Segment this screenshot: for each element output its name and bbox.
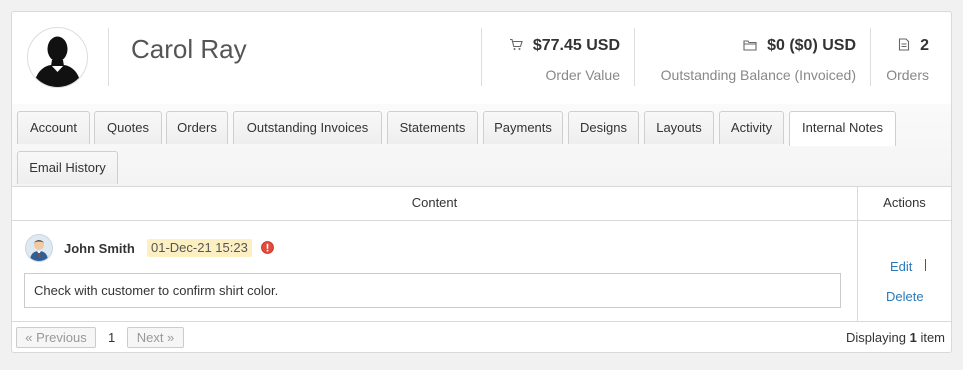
cart-icon [509,38,523,56]
tab-quotes[interactable]: Quotes [94,111,162,144]
order-value: $77.45 USD [532,37,620,54]
person-silhouette-icon [34,36,81,87]
display-suffix: item [920,330,945,345]
tab-email-history[interactable]: Email History [17,151,118,184]
previous-page-button[interactable]: « Previous [16,327,96,348]
column-header-content: Content [411,195,458,210]
display-prefix: Displaying [845,330,906,345]
outstanding-balance-stat: $0 ($0) USD Outstanding Balance (Invoice… [661,37,856,83]
header-divider [634,28,635,86]
display-count: Displaying 1 item [846,330,945,345]
action-separator [925,259,926,271]
tab-designs[interactable]: Designs [568,111,639,144]
orders-label: Orders [886,67,929,83]
header-divider [481,28,482,86]
current-page-number: 1 [108,330,116,345]
pagination-bar: « Previous 1 Next » Displaying 1 item [12,321,951,352]
display-count-number: 1 [909,330,917,345]
orders-stat: 2 Orders [886,37,929,83]
customer-name: Carol Ray [131,34,247,64]
user-avatar [25,234,53,262]
header-divider [108,28,109,86]
customer-header: Carol Ray $77.45 USD Order Value $0 ($0)… [12,12,951,105]
folder-icon [743,38,757,56]
tab-layouts[interactable]: Layouts [644,111,714,144]
edit-link[interactable]: Edit [890,259,912,274]
order-value-label: Order Value [545,67,620,83]
note-author: John Smith [64,241,135,256]
order-value-stat: $77.45 USD Order Value [509,37,620,83]
orders-count: 2 [920,37,929,54]
tab-statements[interactable]: Statements [387,111,478,144]
tab-internal-notes[interactable]: Internal Notes [789,111,896,146]
tab-account[interactable]: Account [17,111,90,144]
tab-orders[interactable]: Orders [166,111,228,144]
notes-table-header: Content Actions [12,186,951,221]
delete-link[interactable]: Delete [886,289,924,304]
customer-avatar [27,27,88,88]
customer-card: Carol Ray $77.45 USD Order Value $0 ($0)… [11,11,952,353]
tab-payments[interactable]: Payments [483,111,563,144]
tab-bar: Account Quotes Orders Outstanding Invoic… [12,104,951,187]
note-content: Check with customer to confirm shirt col… [24,273,841,308]
note-date-badge: 01-Dec-21 15:23 [147,239,252,257]
document-icon [898,38,910,56]
alert-icon[interactable] [261,241,274,254]
user-icon [30,240,48,261]
column-header-actions: Actions [883,195,926,210]
tab-outstanding-invoices[interactable]: Outstanding Invoices [233,111,382,144]
next-page-button[interactable]: Next » [127,327,184,348]
outstanding-balance-value: $0 ($0) USD [767,37,856,54]
table-row: John Smith 01-Dec-21 15:23 Check with cu… [12,221,951,322]
tab-activity[interactable]: Activity [719,111,784,144]
outstanding-balance-label: Outstanding Balance (Invoiced) [660,67,856,83]
header-divider [870,28,871,86]
